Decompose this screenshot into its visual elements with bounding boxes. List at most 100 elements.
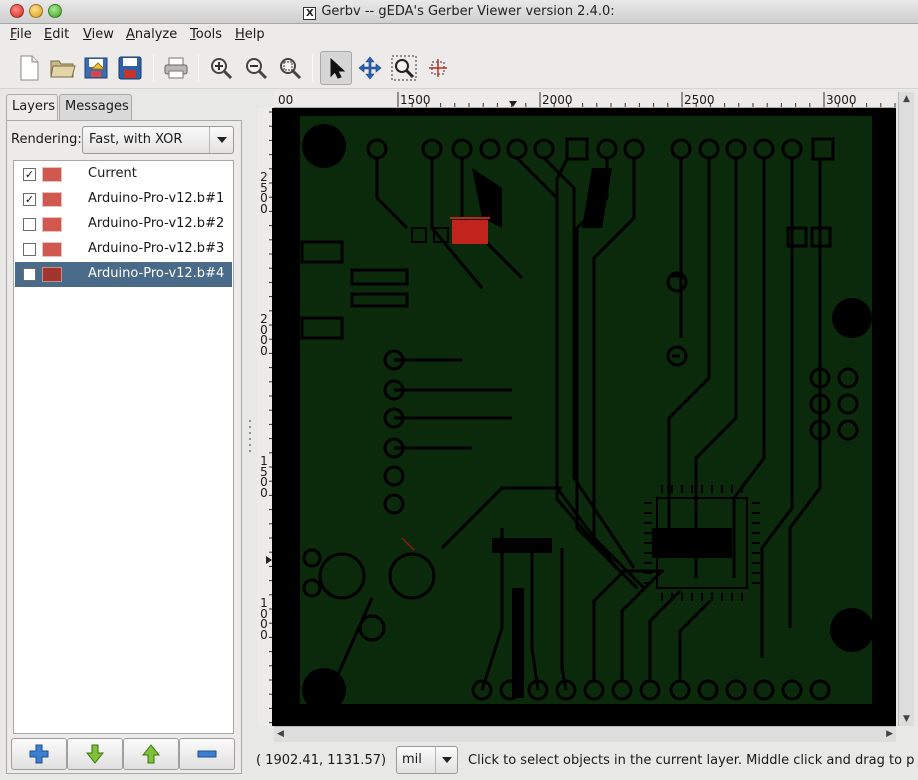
tab-layers[interactable]: Layers: [6, 94, 58, 121]
chevron-down-icon: [435, 747, 457, 773]
layer-name: Arduino-Pro-v12.b#1: [88, 191, 225, 206]
layer-row-selected[interactable]: Arduino-Pro-v12.b#4: [15, 262, 232, 287]
title-bar: X Gerbv -- gEDA's Gerber Viewer version 2…: [0, 0, 918, 24]
ruler-label-vertical: 2500: [260, 170, 268, 216]
toolbar-separator: [153, 55, 154, 81]
layer-color-swatch[interactable]: [42, 267, 62, 282]
horizontal-ruler: 00 1500 2000 2500 3000: [274, 92, 896, 108]
menu-bar: File Edit View Analyze Tools Help: [0, 24, 918, 47]
unit-value: mil: [402, 752, 422, 767]
open-project-button[interactable]: [47, 51, 79, 85]
toolbar-separator: [198, 55, 199, 81]
move-arrows-icon: [358, 56, 382, 80]
menu-file[interactable]: File: [10, 27, 32, 42]
highlight-region: [452, 220, 488, 244]
scroll-right-icon[interactable]: ▶: [886, 729, 893, 739]
layer-row[interactable]: ✓ Current: [15, 162, 232, 187]
arrow-pointer-icon: [330, 57, 346, 79]
folder-open-icon: [50, 60, 76, 78]
arrow-up-icon: [142, 744, 160, 764]
ruler-label: 2500: [684, 93, 715, 107]
move-layer-down-button[interactable]: [67, 738, 123, 770]
ruler-label: 3000: [826, 93, 857, 107]
print-button[interactable]: [160, 51, 192, 85]
layer-row[interactable]: Arduino-Pro-v12.b#3: [15, 237, 232, 262]
ruler-label: 2000: [542, 93, 573, 107]
x11-icon: X: [303, 7, 317, 20]
floppy-icon: [118, 56, 142, 80]
gerber-canvas[interactable]: [272, 108, 896, 726]
unit-select[interactable]: mil: [396, 746, 458, 774]
layer-visibility-checkbox[interactable]: [23, 218, 36, 231]
layer-name: Current: [88, 166, 137, 181]
layer-name: Arduino-Pro-v12.b#4: [88, 266, 225, 281]
ruler-position-marker: [509, 101, 517, 107]
new-project-button[interactable]: [13, 51, 45, 85]
pointer-tool-button[interactable]: [320, 51, 352, 85]
layer-visibility-checkbox[interactable]: [23, 243, 36, 256]
menu-file-rest: ile: [16, 27, 32, 42]
save-button[interactable]: [114, 51, 146, 85]
zoom-in-icon: [211, 58, 233, 80]
horizontal-scrollbar[interactable]: ◀ ▶: [274, 726, 896, 742]
layer-visibility-checkbox[interactable]: ✓: [23, 193, 36, 206]
ruler-label-vertical: 1500: [260, 454, 268, 500]
zoom-out-icon: [246, 58, 268, 80]
layer-color-swatch[interactable]: [42, 217, 62, 232]
cursor-coordinates: ( 1902.41, 1131.57): [256, 753, 387, 768]
measure-tool-button[interactable]: [422, 51, 454, 85]
revert-button[interactable]: [80, 51, 112, 85]
ruler-ticks: [397, 92, 896, 107]
layer-row[interactable]: Arduino-Pro-v12.b#2: [15, 212, 232, 237]
zoom-out-button[interactable]: [240, 51, 272, 85]
new-file-icon: [20, 55, 39, 81]
status-message: Click to select objects in the current l…: [468, 753, 914, 768]
plus-icon: [29, 744, 49, 764]
layer-color-swatch[interactable]: [42, 242, 62, 257]
arrow-down-icon: [86, 744, 104, 764]
menu-tools[interactable]: Tools: [190, 27, 222, 42]
scroll-left-icon[interactable]: ◀: [277, 729, 284, 739]
pan-tool-button[interactable]: [354, 51, 386, 85]
zoom-in-button[interactable]: [205, 51, 237, 85]
toolbar-separator: [312, 55, 313, 81]
window-title: X Gerbv -- gEDA's Gerber Viewer version 2…: [0, 4, 918, 20]
zoom-region-icon: [391, 55, 417, 81]
ruler-label: 1500: [400, 93, 431, 107]
zoom-tool-button[interactable]: [388, 51, 420, 85]
layer-visibility-checkbox[interactable]: [23, 268, 36, 281]
ruler-label-vertical: 2000: [260, 312, 268, 358]
pcb-board-render: [300, 116, 874, 712]
minus-icon: [197, 750, 217, 758]
pane-resize-grip[interactable]: [247, 418, 253, 452]
add-layer-button[interactable]: [11, 738, 67, 770]
remove-layer-button[interactable]: [179, 738, 235, 770]
layer-color-swatch[interactable]: [42, 167, 62, 182]
move-layer-up-button[interactable]: [123, 738, 179, 770]
rendering-select[interactable]: Fast, with XOR: [82, 126, 234, 154]
layer-color-swatch[interactable]: [42, 192, 62, 207]
rendering-label: Rendering:: [11, 132, 82, 147]
toolbar: [0, 47, 918, 89]
zoom-fit-icon: [280, 58, 302, 80]
menu-help[interactable]: Help: [235, 27, 265, 42]
revert-icon: [84, 57, 108, 79]
vertical-ruler: 2500 2000 1500 1000: [257, 108, 273, 726]
scroll-up-icon[interactable]: ▲: [903, 94, 910, 104]
menu-edit[interactable]: Edit: [44, 27, 69, 42]
vertical-scrollbar[interactable]: ▲ ▼: [898, 92, 914, 726]
layer-row[interactable]: ✓ Arduino-Pro-v12.b#1: [15, 187, 232, 212]
menu-view[interactable]: View: [83, 27, 114, 42]
menu-analyze[interactable]: Analyze: [126, 27, 177, 42]
scroll-down-icon[interactable]: ▼: [903, 714, 910, 724]
measure-icon: [429, 59, 447, 77]
layer-list: ✓ Current ✓ Arduino-Pro-v12.b#1 Arduino-…: [13, 160, 234, 734]
printer-icon: [164, 57, 188, 79]
chevron-down-icon: [209, 127, 233, 153]
layer-name: Arduino-Pro-v12.b#3: [88, 241, 225, 256]
tab-messages[interactable]: Messages: [59, 94, 132, 120]
ruler-label-vertical: 1000: [260, 596, 268, 642]
zoom-fit-button[interactable]: [274, 51, 306, 85]
rendering-value: Fast, with XOR: [89, 132, 183, 147]
layer-visibility-checkbox[interactable]: ✓: [23, 168, 36, 181]
